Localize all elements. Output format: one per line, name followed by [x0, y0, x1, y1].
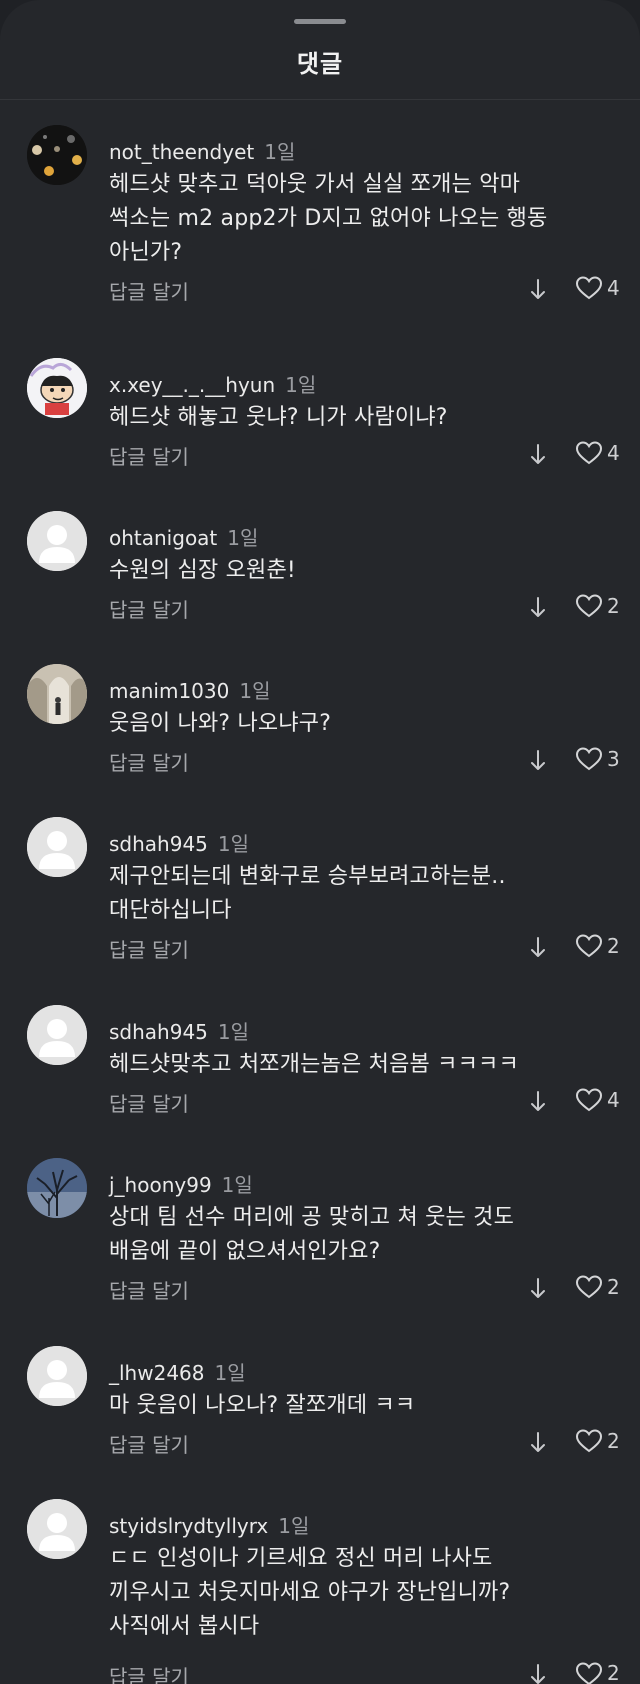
dislike-icon[interactable]: [526, 277, 550, 303]
comment-time: 1일: [239, 679, 271, 703]
dislike-icon[interactable]: [526, 1089, 550, 1115]
comment-username[interactable]: sdhah945 1일: [109, 1016, 249, 1045]
like-count: 3: [607, 747, 620, 771]
heart-icon[interactable]: [575, 593, 603, 619]
drag-handle[interactable]: [294, 19, 346, 24]
comment-time: 1일: [278, 1514, 310, 1538]
avatar[interactable]: [27, 817, 87, 877]
reply-button[interactable]: 답글 달기: [109, 1088, 189, 1117]
sheet-title: 댓글: [296, 50, 344, 78]
heart-icon[interactable]: [575, 1274, 603, 1300]
comment-text: 수원의 심장 오원춘!: [109, 558, 296, 583]
comment-username[interactable]: not_theendyet 1일: [109, 136, 295, 165]
comment-username[interactable]: x.xey__._.__hyun 1일: [109, 369, 316, 398]
dislike-icon[interactable]: [526, 935, 550, 961]
heart-icon[interactable]: [575, 1428, 603, 1454]
reply-button[interactable]: 답글 달기: [109, 276, 189, 305]
like-count: 2: [607, 934, 620, 958]
heart-icon[interactable]: [575, 746, 603, 772]
avatar[interactable]: [27, 125, 87, 185]
comment-text: 헤드샷맞추고 처쪼개는놈은 처음봄 ㅋㅋㅋㅋ: [109, 1052, 519, 1077]
heart-icon[interactable]: [575, 933, 603, 959]
like-count: 2: [607, 1661, 620, 1684]
avatar[interactable]: [27, 664, 87, 724]
comment-text: 헤드샷 해놓고 웃냐? 니가 사람이냐?: [109, 405, 448, 430]
reply-button[interactable]: 답글 달기: [109, 1275, 189, 1304]
comment-time: 1일: [217, 1020, 250, 1044]
comment-time: 1일: [264, 140, 296, 164]
comment-username[interactable]: _lhw2468 1일: [109, 1357, 246, 1386]
comment-text: 헤드샷 맞추고 덕아웃 가서 실실 쪼개는 악마 썩소는 m2 app2가 D지고…: [109, 172, 548, 265]
comment-text: 웃음이 나와? 나오냐구?: [109, 711, 332, 736]
reply-button[interactable]: 답글 달기: [109, 1429, 189, 1458]
comment-username[interactable]: j_hoony99 1일: [109, 1169, 253, 1198]
comment-time: 1일: [221, 1173, 253, 1197]
comment-time: 1일: [217, 832, 250, 856]
comment-text: ㄷㄷ 인성이나 기르세요 정신 머리 나사도 끼우시고 처웃지마세요 야구가 장난…: [109, 1546, 511, 1639]
like-count: 4: [607, 441, 620, 465]
comment-username[interactable]: sdhah945 1일: [109, 828, 249, 857]
dislike-icon[interactable]: [526, 442, 550, 468]
comment-text: 상대 팀 선수 머리에 공 맞히고 쳐 웃는 것도 배움에 끝이 없으셔서인가요?: [109, 1205, 515, 1264]
comment-username[interactable]: styidslrydtyllyrx 1일: [109, 1510, 309, 1539]
like-count: 2: [607, 1275, 620, 1299]
comment-text: 마 웃음이 나오나? 잘쪼개데 ㅋㅋ: [109, 1393, 416, 1418]
comment-time: 1일: [285, 373, 317, 397]
reply-button[interactable]: 답글 달기: [109, 1661, 189, 1684]
avatar[interactable]: [27, 511, 87, 571]
dislike-icon[interactable]: [526, 595, 550, 621]
dislike-icon[interactable]: [526, 1662, 550, 1684]
comment-text: 제구안되는데 변화구로 승부보려고하는분.. 대단하십니다: [109, 864, 506, 923]
avatar[interactable]: [27, 1005, 87, 1065]
reply-button[interactable]: 답글 달기: [109, 594, 189, 623]
heart-icon[interactable]: [575, 1661, 603, 1684]
dislike-icon[interactable]: [526, 1276, 550, 1302]
like-count: 2: [607, 594, 620, 618]
like-count: 2: [607, 1429, 620, 1453]
comment-time: 1일: [214, 1361, 246, 1385]
dislike-icon[interactable]: [526, 1430, 550, 1456]
avatar[interactable]: [27, 1158, 87, 1218]
comment-username[interactable]: manim1030 1일: [109, 675, 270, 704]
avatar[interactable]: [27, 1346, 87, 1406]
comments-sheet: 댓글 not_theendyet 1일 헤드샷 맞추고 덕아웃 가서 실실 쪼개는…: [0, 0, 640, 1684]
like-count: 4: [607, 276, 620, 300]
reply-button[interactable]: 답글 달기: [109, 441, 189, 470]
reply-button[interactable]: 답글 달기: [109, 934, 189, 963]
avatar[interactable]: [27, 358, 87, 418]
comment-username[interactable]: ohtanigoat 1일: [109, 522, 258, 551]
heart-icon[interactable]: [575, 275, 603, 301]
header-divider: [0, 99, 640, 100]
like-count: 4: [607, 1088, 620, 1112]
avatar[interactable]: [27, 1499, 87, 1559]
heart-icon[interactable]: [575, 1087, 603, 1113]
dislike-icon[interactable]: [526, 748, 550, 774]
comment-time: 1일: [227, 526, 259, 550]
reply-button[interactable]: 답글 달기: [109, 747, 189, 776]
heart-icon[interactable]: [575, 440, 603, 466]
